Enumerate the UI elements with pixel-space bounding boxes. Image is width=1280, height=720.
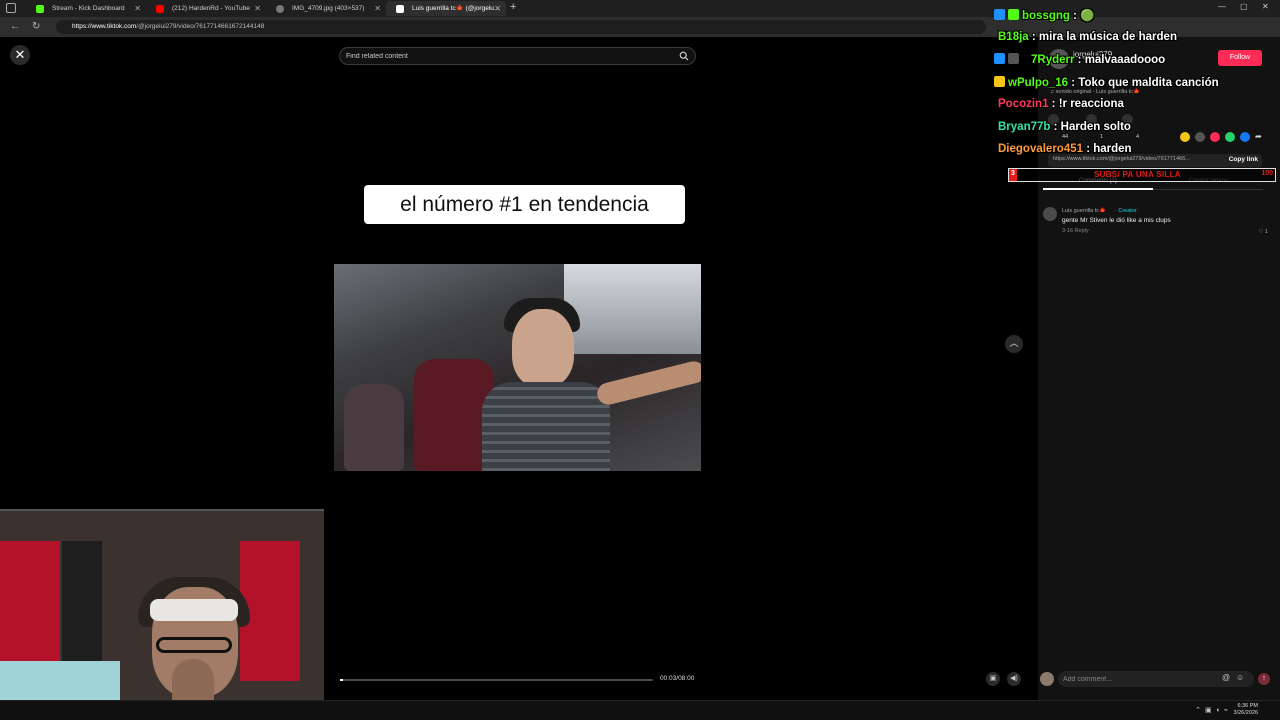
sub-goal-bar: 3 SUBS/ PA UNA SILLA 100: [1008, 168, 1276, 182]
curtain: [0, 541, 60, 681]
badge-icon: [1008, 9, 1019, 20]
person-body: [482, 382, 610, 471]
chat-user: Bryan77b: [998, 120, 1051, 133]
person-arm: [594, 359, 701, 407]
close-tab-icon[interactable]: ✕: [134, 1, 141, 16]
video-caption: el número #1 en tendencia: [364, 185, 685, 224]
chat-user: Pocozin1: [998, 98, 1049, 110]
video-progress-fill: [340, 679, 344, 681]
tab-image[interactable]: IMG_4709.jpg (403×537) ✕: [266, 1, 386, 16]
chat-message: 7Ryderr : malvaaadoooo: [994, 53, 1280, 76]
video-time: 00:03/08:00: [660, 675, 695, 682]
tiktok-icon: [396, 5, 404, 13]
search-input[interactable]: [340, 48, 670, 64]
chat-user: wPulpo_16: [1008, 76, 1069, 89]
stream-chat-overlay: bossgng : 🟢 B18ja : mira la música de ha…: [994, 8, 1280, 166]
chat-user: Diegovalero451: [998, 143, 1084, 155]
chat-user: 7Ryderr: [1031, 54, 1075, 66]
badge-icon: [1008, 53, 1019, 64]
reload-icon[interactable]: ↻: [32, 20, 40, 34]
chat-text: : Toko que maldita canción: [1068, 76, 1219, 89]
clock-time: 6:36 PM: [1237, 703, 1258, 709]
comment-bar: @ ☺ ↑: [1040, 670, 1272, 688]
chat-message: Diegovalero451 : harden: [994, 143, 1280, 166]
webcam-overlay: [0, 509, 324, 720]
tab-kick-dashboard[interactable]: Stream - Kick Dashboard ✕: [26, 1, 146, 16]
url-field[interactable]: https://www.tiktok.com/@jorgelui279/vide…: [56, 20, 986, 34]
taskbar-clock[interactable]: 6:36 PM 3/26/2026: [1234, 703, 1258, 717]
volume-icon[interactable]: ◀): [1007, 672, 1021, 686]
creator-tag: · Creator: [1115, 208, 1137, 214]
car-window: [564, 264, 701, 354]
url-host: https://www.tiktok.com: [72, 23, 137, 30]
chat-text: : 🟢: [1069, 10, 1095, 22]
kick-icon: [36, 5, 44, 13]
badge-icon: [994, 9, 1005, 20]
chat-message: Bryan77b : Harden solto: [994, 121, 1280, 144]
sub-goal-target: 100: [1261, 170, 1273, 177]
sub-goal-count: 3: [1011, 170, 1015, 177]
tab-underline: [1043, 188, 1153, 190]
chat-text: : mira la música de harden: [1028, 30, 1177, 43]
close-tab-icon[interactable]: ✕: [494, 1, 501, 16]
comment-author[interactable]: Luis guerrilla tc🍁: [1062, 208, 1106, 214]
badge-icon: [994, 53, 1005, 64]
person-head: [512, 309, 574, 387]
chat-message: B18ja : mira la música de harden: [994, 31, 1280, 54]
curtain: [62, 541, 102, 681]
comment-item: Luis guerrilla tc🍁 · Creator gente Mr St…: [1043, 206, 1268, 238]
chat-text: : !r reacciona: [1048, 98, 1124, 110]
comment-like[interactable]: ♡ 1: [1258, 229, 1268, 235]
close-tab-icon[interactable]: ✕: [374, 1, 381, 16]
chat-user: bossgng: [1022, 10, 1070, 22]
chat-text: : harden: [1083, 143, 1132, 155]
new-tab-icon[interactable]: +: [510, 1, 516, 13]
comment-meta[interactable]: 3-16 Reply: [1062, 228, 1089, 234]
globe-icon: [276, 5, 284, 13]
tab-label: Luis guerrilla tc🍁 (@jorgelu...: [412, 5, 500, 12]
back-icon[interactable]: ←: [10, 20, 20, 34]
url-path: /@jorgelui279/video/7617714661672144148: [136, 23, 265, 30]
captions-icon[interactable]: ▣: [986, 672, 1000, 686]
avatar[interactable]: [1043, 207, 1057, 221]
post-icon[interactable]: ↑: [1258, 673, 1270, 685]
close-icon[interactable]: ✕: [10, 45, 30, 65]
system-tray-icons[interactable]: ⌃▣◖⌁: [1195, 706, 1232, 714]
scroll-up-icon[interactable]: ︿: [1005, 335, 1023, 353]
tab-label: Stream - Kick Dashboard: [52, 5, 125, 12]
related-search-box: [339, 47, 696, 65]
sub-goal-label: SUBS/ PA UNA SILLA: [1094, 170, 1181, 179]
clock-date: 3/26/2026: [1233, 710, 1258, 716]
search-icon[interactable]: [679, 51, 689, 61]
chat-user: B18ja: [998, 30, 1029, 43]
tab-tiktok[interactable]: Luis guerrilla tc🍁 (@jorgelu... ✕: [386, 1, 506, 16]
headband: [150, 599, 238, 621]
chat-text: : Harden solto: [1050, 120, 1131, 133]
tab-label: IMG_4709.jpg (403×537): [292, 5, 365, 12]
crown-icon: [994, 75, 1005, 87]
comment-text: gente Mr Stiven le dió like a mis clups: [1062, 217, 1171, 224]
tab-youtube[interactable]: (212) HardenRd - YouTube ✕: [146, 1, 266, 16]
tab-label: (212) HardenRd - YouTube: [172, 5, 250, 12]
chat-text: : malvaaadoooo: [1074, 54, 1166, 66]
tab-actions-icon[interactable]: [6, 3, 16, 13]
mention-icon[interactable]: @: [1222, 673, 1230, 682]
youtube-icon: [156, 5, 164, 13]
taskbar: ⌃▣◖⌁ 6:36 PM 3/26/2026: [0, 700, 1280, 720]
emoji-icon[interactable]: ☺: [1236, 673, 1244, 682]
video-progress-track[interactable]: [340, 679, 653, 681]
chat-message: Pocozin1 : !r reacciona: [994, 98, 1280, 121]
chat-message: wPulpo_16 : Toko que maldita canción: [994, 75, 1280, 99]
chat-message: bossgng : 🟢: [994, 8, 1280, 31]
close-tab-icon[interactable]: ✕: [254, 1, 261, 16]
avatar: [1040, 672, 1054, 686]
video-frame[interactable]: [334, 264, 701, 471]
car-seat: [344, 384, 404, 471]
glasses: [156, 637, 232, 653]
